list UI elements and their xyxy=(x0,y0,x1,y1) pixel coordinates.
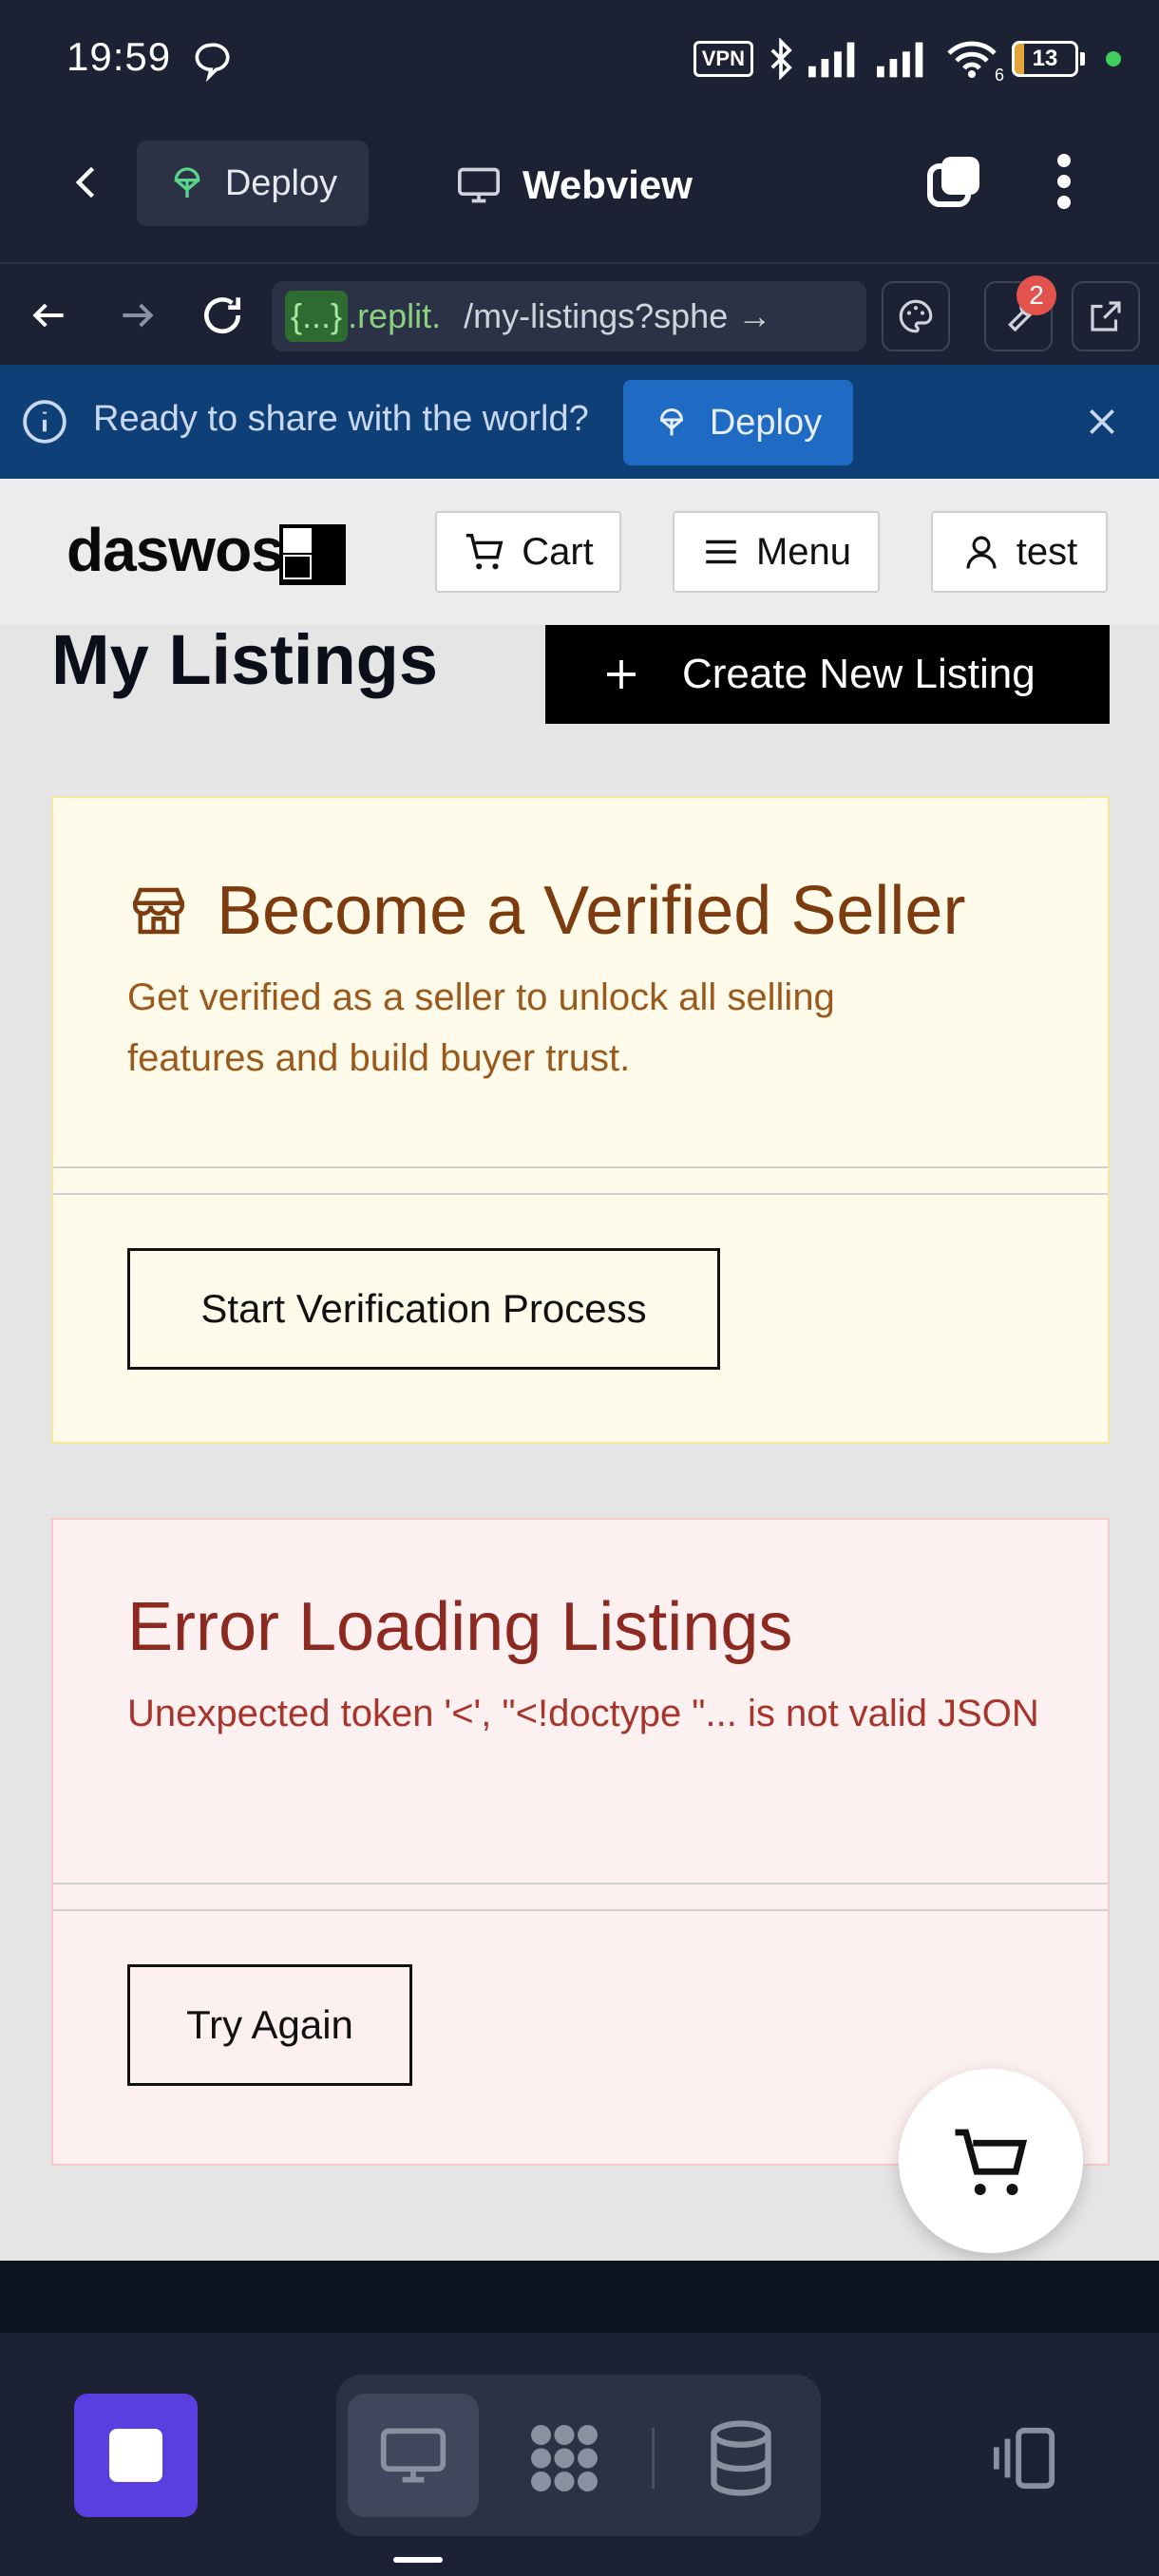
site-navbar: daswos Cart Menu test xyxy=(0,479,1159,625)
store-icon xyxy=(133,887,184,935)
arrow-right-icon xyxy=(123,303,154,328)
panel-icon xyxy=(993,2427,1055,2490)
webview-label: Webview xyxy=(522,162,693,207)
database-view-button[interactable] xyxy=(694,2413,788,2504)
status-icons: VPN 6 13 xyxy=(693,38,1121,85)
home-indicator xyxy=(393,2557,443,2563)
user-nav-button[interactable]: test xyxy=(931,511,1108,593)
deploy-icon xyxy=(174,167,200,198)
workflows-view-button[interactable] xyxy=(519,2413,610,2504)
database-icon xyxy=(711,2420,771,2496)
notification-badge: 2 xyxy=(1016,275,1056,315)
deploy-icon xyxy=(659,407,683,436)
more-options-button[interactable] xyxy=(1045,148,1083,215)
page-title: My Listings xyxy=(51,620,439,699)
start-verification-button[interactable]: Start Verification Process xyxy=(127,1248,720,1370)
desktop-view-button[interactable] xyxy=(348,2394,479,2517)
signal-icon xyxy=(808,40,864,78)
monitor-icon xyxy=(458,167,500,203)
battery-icon: 13 xyxy=(1012,41,1085,77)
wifi-icon: 6 xyxy=(945,38,1004,85)
browser-forward-button[interactable] xyxy=(106,285,167,346)
menu-nav-button[interactable]: Menu xyxy=(673,511,880,593)
card-divider xyxy=(53,1883,1108,1911)
bluetooth-icon xyxy=(767,38,795,80)
deploy-tab-button[interactable]: Deploy xyxy=(137,141,369,226)
reload-button[interactable] xyxy=(192,285,253,346)
back-button[interactable] xyxy=(57,152,118,213)
open-external-button[interactable] xyxy=(1072,281,1140,351)
error-card: Error Loading Listings Unexpected token … xyxy=(51,1518,1110,2166)
logo-mark-icon xyxy=(279,524,346,585)
monitor-icon xyxy=(380,2428,446,2483)
webview-tab[interactable]: Webview xyxy=(456,152,693,218)
switcher-divider xyxy=(652,2428,655,2489)
seller-card-title-text: Become a Verified Seller xyxy=(217,873,966,949)
error-card-description: Unexpected token '<', "<!doctype "... is… xyxy=(127,1693,1039,1734)
info-icon xyxy=(21,398,68,445)
site-logo-text: daswos xyxy=(66,516,285,584)
stop-icon xyxy=(109,2429,162,2482)
vpn-icon: VPN xyxy=(693,41,753,77)
status-bar: 19:59 VPN 6 13 xyxy=(0,0,1159,122)
devtools-palette-button[interactable] xyxy=(882,281,950,351)
active-dot-icon xyxy=(1106,51,1121,66)
tabs-button[interactable] xyxy=(922,148,988,215)
external-link-icon xyxy=(1091,301,1121,331)
cart-icon xyxy=(466,534,504,570)
user-nav-label: test xyxy=(1016,530,1078,573)
create-listing-button[interactable]: Create New Listing xyxy=(545,625,1110,724)
error-card-title: Error Loading Listings xyxy=(127,1589,793,1665)
arrow-left-icon xyxy=(32,303,64,328)
url-input[interactable]: {...} .replit. /my-listings?sphe → xyxy=(272,281,866,351)
site-logo[interactable]: daswos xyxy=(66,515,285,585)
notification-icon xyxy=(190,40,232,82)
try-again-button[interactable]: Try Again xyxy=(127,1964,412,2086)
bottom-separator xyxy=(0,2261,1159,2333)
url-host: .replit. xyxy=(348,296,442,335)
card-divider xyxy=(53,1166,1108,1195)
menu-nav-label: Menu xyxy=(755,530,852,573)
deploy-tab-label: Deploy xyxy=(224,162,338,203)
browser-back-button[interactable] xyxy=(19,285,80,346)
user-icon xyxy=(966,536,997,569)
webview-content: daswos Cart Menu test My Listings Create… xyxy=(0,479,1159,2261)
banner-deploy-label: Deploy xyxy=(709,402,823,443)
cart-nav-label: Cart xyxy=(522,530,594,573)
signal-icon-2 xyxy=(877,40,932,78)
close-icon xyxy=(1090,409,1114,434)
chevron-left-icon xyxy=(75,166,95,199)
verified-seller-card: Become a Verified Seller Get verified as… xyxy=(51,796,1110,1444)
cart-icon xyxy=(955,2129,1028,2195)
hamburger-icon xyxy=(706,540,736,564)
banner-text: Ready to share with the world? xyxy=(93,399,589,439)
stop-button[interactable] xyxy=(74,2394,198,2517)
status-time: 19:59 xyxy=(66,34,172,79)
close-banner-button[interactable] xyxy=(1074,391,1130,452)
seller-card-title: Become a Verified Seller xyxy=(127,872,965,950)
banner-deploy-button[interactable]: Deploy xyxy=(623,380,853,465)
url-host-chip: {...} xyxy=(285,291,349,342)
create-listing-label: Create New Listing xyxy=(682,651,1036,697)
split-view-button[interactable] xyxy=(978,2413,1070,2504)
reload-icon xyxy=(204,297,240,334)
seller-card-description: Get verified as a seller to unlock all s… xyxy=(127,976,835,1079)
palette-icon xyxy=(899,299,933,333)
plus-icon xyxy=(607,660,636,689)
cart-nav-button[interactable]: Cart xyxy=(435,511,621,593)
kebab-menu-icon xyxy=(1057,154,1071,209)
url-path: /my-listings?sphe → xyxy=(464,296,772,335)
floating-cart-button[interactable] xyxy=(899,2069,1083,2253)
tabs-icon xyxy=(927,157,979,207)
workflow-icon xyxy=(531,2425,598,2491)
